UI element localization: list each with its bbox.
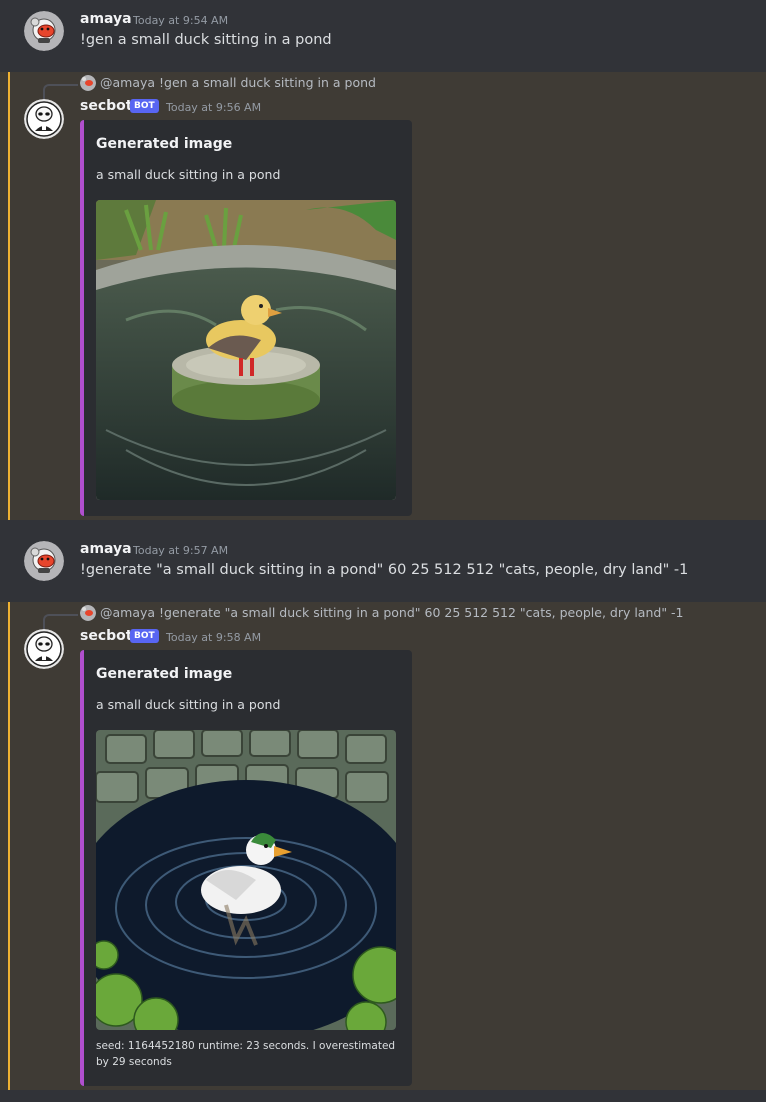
message-timestamp: Today at 9:57 AM bbox=[133, 544, 229, 557]
message-timestamp: Today at 9:54 AM bbox=[133, 14, 229, 27]
reply-connector bbox=[43, 84, 78, 99]
author-name[interactable]: amaya bbox=[80, 541, 132, 557]
reply-preview[interactable]: @amaya !gen a small duck sitting in a po… bbox=[100, 75, 376, 90]
message-content: !gen a small duck sitting in a pond bbox=[80, 32, 332, 48]
avatar-secbot[interactable] bbox=[24, 99, 64, 139]
reply-content: !generate "a small duck sitting in a pon… bbox=[159, 605, 684, 620]
avatar-secbot[interactable] bbox=[24, 629, 64, 669]
reply-content: !gen a small duck sitting in a pond bbox=[159, 75, 376, 90]
message-timestamp: Today at 9:56 AM bbox=[166, 101, 262, 114]
message-timestamp: Today at 9:58 AM bbox=[166, 631, 262, 644]
embed-title: Generated image bbox=[96, 666, 233, 682]
message-amaya-1: amaya Today at 9:54 AM !gen a small duck… bbox=[0, 0, 766, 72]
message-content: !generate "a small duck sitting in a pon… bbox=[80, 562, 689, 578]
embed-card: Generated image a small duck sitting in … bbox=[80, 650, 412, 1086]
message-secbot-1: @amaya !gen a small duck sitting in a po… bbox=[0, 72, 766, 520]
mention-highlight-bar bbox=[8, 602, 10, 1090]
reply-connector bbox=[43, 614, 78, 629]
avatar-amaya[interactable] bbox=[24, 11, 64, 51]
reply-preview[interactable]: @amaya !generate "a small duck sitting i… bbox=[100, 605, 684, 620]
avatar-amaya[interactable] bbox=[24, 541, 64, 581]
embed-description: a small duck sitting in a pond bbox=[96, 697, 281, 712]
reply-avatar-amaya[interactable] bbox=[80, 75, 96, 91]
author-name[interactable]: secbot bbox=[80, 628, 132, 644]
embed-card: Generated image a small duck sitting in … bbox=[80, 120, 412, 516]
embed-description: a small duck sitting in a pond bbox=[96, 167, 281, 182]
bot-tag: BOT bbox=[130, 629, 159, 643]
generated-image-duck-ripples[interactable] bbox=[96, 730, 396, 1030]
author-name[interactable]: amaya bbox=[80, 11, 132, 27]
message-secbot-2: @amaya !generate "a small duck sitting i… bbox=[0, 602, 766, 1090]
embed-title: Generated image bbox=[96, 136, 233, 152]
message-amaya-2: amaya Today at 9:57 AM !generate "a smal… bbox=[0, 520, 766, 602]
bot-tag: BOT bbox=[130, 99, 159, 113]
reply-author[interactable]: @amaya bbox=[100, 75, 155, 90]
mention-highlight-bar bbox=[8, 72, 10, 520]
reply-avatar-amaya[interactable] bbox=[80, 605, 96, 621]
author-name[interactable]: secbot bbox=[80, 98, 132, 114]
reply-author[interactable]: @amaya bbox=[100, 605, 155, 620]
embed-footer: seed: 1164452180 runtime: 23 seconds. I … bbox=[96, 1040, 396, 1068]
generated-image-duck-pond[interactable] bbox=[96, 200, 396, 500]
